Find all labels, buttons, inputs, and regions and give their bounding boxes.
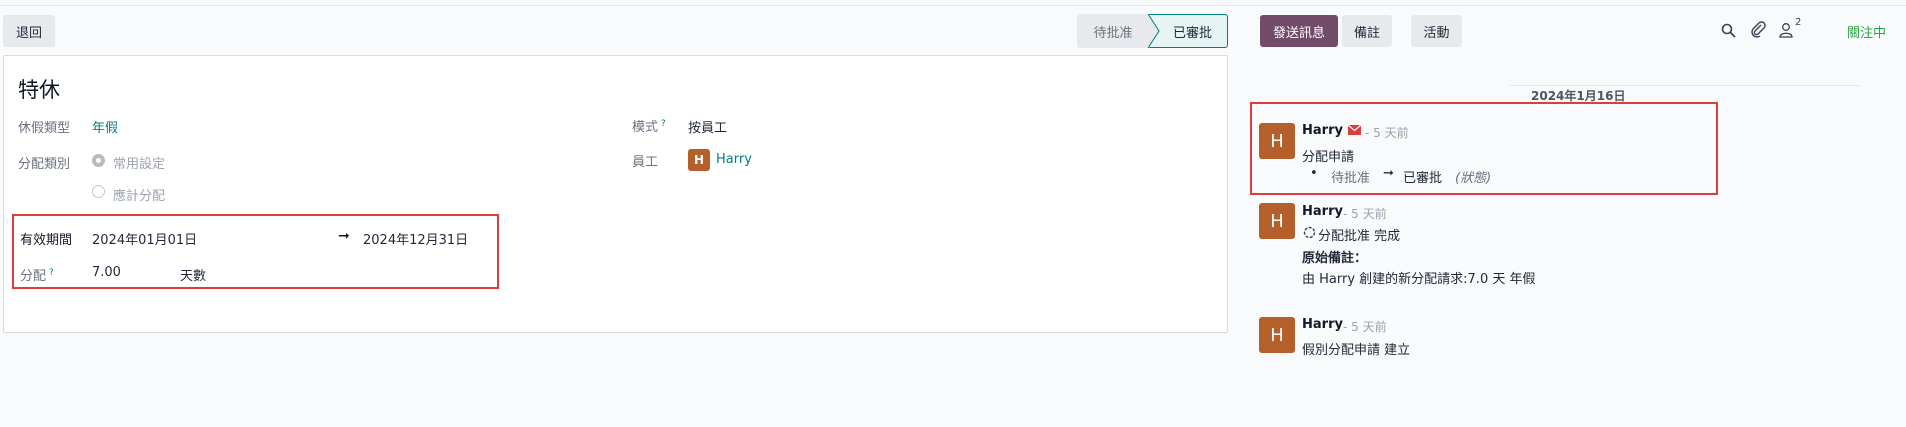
send-message-button[interactable]: 發送訊息 [1260, 15, 1338, 47]
note-title: 原始備註： [1302, 251, 1368, 266]
mode-label: 模式? [632, 118, 666, 135]
message-avatar[interactable]: H [1259, 317, 1295, 353]
paperclip-icon[interactable] [1750, 21, 1766, 38]
alloc-type-label: 分配類別 [18, 157, 71, 172]
date-separator-line [1510, 85, 1860, 86]
employee-label: 員工 [632, 155, 659, 170]
search-icon[interactable] [1721, 23, 1736, 38]
followers-icon[interactable] [1779, 22, 1793, 38]
message-body: 分配批准 完成 [1318, 229, 1401, 244]
radio-regular[interactable] [92, 154, 105, 167]
status-chevron-icon [1147, 14, 1160, 48]
radio-regular-label: 常用設定 [113, 157, 166, 172]
leave-type-field[interactable]: 年假 [92, 117, 118, 136]
status-pending[interactable]: 待批准 [1077, 14, 1149, 48]
activity-button[interactable]: 活動 [1411, 15, 1462, 47]
message-time: - 5 天前 [1343, 207, 1387, 221]
message-author[interactable]: Harry [1302, 204, 1343, 219]
form-sheet [3, 55, 1228, 333]
highlight-box-message [1250, 102, 1718, 195]
message-avatar[interactable]: H [1259, 203, 1295, 239]
message-time: - 5 天前 [1343, 320, 1387, 334]
employee-avatar: H [688, 149, 710, 171]
followers-count: 2 [1795, 17, 1802, 28]
follow-status-button[interactable]: 關注中 [1847, 22, 1886, 41]
circle-notch-icon [1303, 226, 1316, 239]
message-author[interactable]: Harry [1302, 317, 1343, 332]
top-divider [0, 0, 1906, 6]
employee-link[interactable]: Harry [716, 152, 752, 167]
highlight-box-validity [12, 214, 499, 289]
message-body: 假別分配申請 建立 [1302, 343, 1411, 358]
allocation-title[interactable]: 特休 [18, 74, 60, 104]
radio-accrual[interactable] [92, 185, 105, 198]
mode-field[interactable]: 按員工 [688, 117, 727, 136]
note-body: 由 Harry 創建的新分配請求:7.0 天 年假 [1302, 272, 1536, 287]
leave-type-label: 休假類型 [18, 121, 71, 136]
help-icon: ? [661, 118, 666, 129]
log-note-button[interactable]: 備註 [1342, 15, 1392, 47]
back-button[interactable]: 退回 [3, 15, 55, 47]
radio-accrual-label: 應計分配 [113, 189, 166, 204]
